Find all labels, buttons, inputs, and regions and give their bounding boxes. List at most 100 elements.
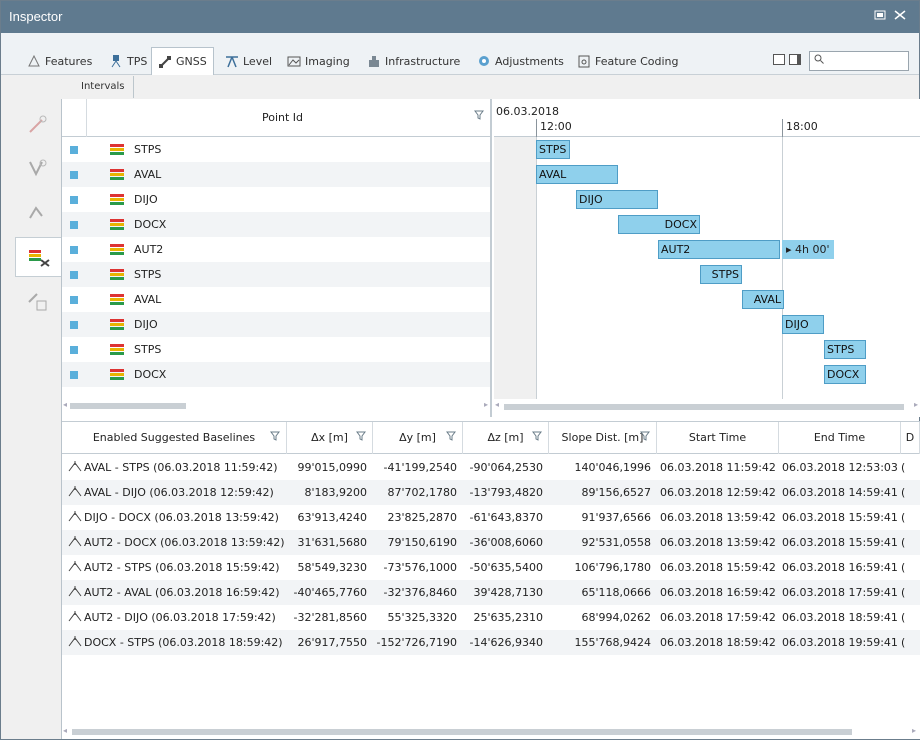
baseline-row[interactable]: AVAL - STPS (06.03.2018 11:59:42) 99'015,… (62, 455, 920, 480)
column-header[interactable]: End Time (779, 422, 901, 454)
point-marker[interactable] (70, 171, 78, 179)
interval-bar[interactable]: STPS (824, 340, 866, 359)
scroll-left-icon[interactable]: ◂ (63, 400, 67, 409)
scroll-left-icon[interactable]: ◂ (63, 726, 67, 735)
interval-bar[interactable]: STPS (700, 265, 742, 284)
scroll-right-icon[interactable]: ▸ (912, 726, 916, 735)
baselines-header: Enabled Suggested Baselines Δx [m] Δy [m] Δ… (62, 422, 920, 454)
table-cell: AUT2 - AVAL (06.03.2018 16:59:42) (62, 580, 287, 605)
column-header[interactable]: Δx [m] (287, 422, 373, 454)
scroll-right-icon[interactable]: ▸ (914, 400, 918, 409)
baseline-row[interactable]: DOCX - STPS (06.03.2018 18:59:42) 26'917,… (62, 630, 920, 655)
baseline-row[interactable]: AUT2 - DIJO (06.03.2018 17:59:42) -32'281… (62, 605, 920, 630)
point-marker[interactable] (70, 371, 78, 379)
tab-adjustments[interactable]: Adjustments (471, 49, 570, 73)
scroll-thumb[interactable] (70, 403, 186, 409)
restore-icon[interactable] (873, 10, 887, 22)
point-marker[interactable] (70, 246, 78, 254)
infrastructure-icon (367, 54, 381, 68)
baseline-name: AUT2 - STPS (06.03.2018 15:59:42) (84, 561, 280, 574)
tab-gnss[interactable]: GNSS (151, 47, 214, 75)
point-row[interactable]: AVAL (62, 287, 490, 312)
table-cell: -32'376,8460 (383, 586, 457, 599)
point-row[interactable]: STPS (62, 337, 490, 362)
table-cell: 91'937,6566 (581, 511, 651, 524)
point-id-header[interactable]: Point Id (262, 111, 303, 124)
timeline-date: 06.03.2018 (496, 105, 559, 118)
table-cell: 06.03.2018 13:59:42 (660, 511, 776, 524)
point-marker[interactable] (70, 146, 78, 154)
search-input[interactable] (828, 53, 906, 69)
point-marker[interactable] (70, 346, 78, 354)
interval-bar[interactable]: DIJO (782, 315, 824, 334)
column-header[interactable]: Δy [m] (373, 422, 463, 454)
point-marker[interactable] (70, 321, 78, 329)
scroll-thumb[interactable] (504, 404, 904, 410)
scroll-left-icon[interactable]: ◂ (495, 400, 499, 409)
scroll-thumb[interactable] (72, 729, 852, 735)
point-marker[interactable] (70, 296, 78, 304)
baseline-row[interactable]: AVAL - DIJO (06.03.2018 12:59:42) 8'183,9… (62, 480, 920, 505)
point-list-scrollbar[interactable]: ◂ ▸ (62, 399, 490, 413)
baseline-row[interactable]: AUT2 - AVAL (06.03.2018 16:59:42) -40'465… (62, 580, 920, 605)
feature-coding-icon (577, 54, 591, 68)
selection-column-header[interactable] (62, 99, 87, 137)
sidebar-item-baselines[interactable] (17, 193, 57, 233)
column-header[interactable]: Δz [m] (463, 422, 549, 454)
timeline-scrollbar[interactable]: ◂ ▸ (494, 399, 920, 413)
table-cell: ( (901, 636, 906, 649)
point-row[interactable]: AVAL (62, 162, 490, 187)
scroll-right-icon[interactable]: ▸ (484, 400, 488, 409)
inspector-window: Inspector Features TPS GNSS Level Imagin… (0, 0, 920, 740)
tab-features[interactable]: Features (21, 49, 98, 73)
gnss-sidebar (11, 99, 63, 739)
interval-bar[interactable]: AVAL (742, 290, 784, 309)
interval-bar[interactable]: AVAL (536, 165, 618, 184)
single-pane-icon[interactable] (773, 54, 785, 65)
sidebar-item-points[interactable] (17, 105, 57, 145)
close-icon[interactable] (893, 10, 907, 22)
split-pane-icon[interactable] (789, 54, 801, 65)
baseline-row[interactable]: DIJO - DOCX (06.03.2018 13:59:42) 63'913,… (62, 505, 920, 530)
column-header[interactable]: Start Time (657, 422, 779, 454)
column-header[interactable]: D (901, 422, 920, 454)
point-marker[interactable] (70, 221, 78, 229)
interval-bar[interactable]: DIJO (576, 190, 658, 209)
sidebar-item-intervals[interactable] (15, 237, 63, 277)
tab-infrastructure[interactable]: Infrastructure (361, 49, 466, 73)
tab-feature-coding[interactable]: Feature Coding (571, 49, 684, 73)
baseline-row[interactable]: AUT2 - STPS (06.03.2018 15:59:42) 58'549,… (62, 555, 920, 580)
point-row[interactable]: DOCX (62, 362, 490, 387)
column-header[interactable]: Enabled Suggested Baselines (62, 422, 287, 454)
point-row[interactable]: STPS (62, 137, 490, 162)
interval-bar[interactable]: DOCX (824, 365, 866, 384)
point-row[interactable]: STPS (62, 262, 490, 287)
filter-icon[interactable] (532, 422, 542, 454)
interval-bar[interactable]: STPS (536, 140, 570, 159)
title-bar: Inspector (1, 1, 919, 33)
column-header[interactable]: Slope Dist. [m] (549, 422, 657, 454)
filter-icon[interactable] (270, 422, 280, 454)
point-marker[interactable] (70, 271, 78, 279)
sidebar-item-occupations[interactable] (17, 149, 57, 189)
baseline-icon (68, 556, 84, 581)
sidebar-item-table[interactable] (17, 281, 57, 321)
point-row[interactable]: DIJO (62, 187, 490, 212)
filter-icon[interactable] (356, 422, 366, 454)
baselines-scrollbar[interactable]: ◂ ▸ (62, 724, 920, 738)
interval-bar[interactable]: AUT2 (658, 240, 780, 259)
point-row[interactable]: DIJO (62, 312, 490, 337)
baseline-row[interactable]: AUT2 - DOCX (06.03.2018 13:59:42) 31'631,… (62, 530, 920, 555)
filter-icon[interactable] (474, 110, 484, 123)
tab-level[interactable]: Level (219, 49, 278, 73)
point-row[interactable]: DOCX (62, 212, 490, 237)
interval-bar[interactable]: DOCX (618, 215, 700, 234)
tab-imaging[interactable]: Imaging (281, 49, 356, 73)
tab-tps[interactable]: TPS (103, 49, 153, 73)
point-marker[interactable] (70, 196, 78, 204)
point-row[interactable]: AUT2 (62, 237, 490, 262)
filter-icon[interactable] (640, 422, 650, 454)
breadcrumb-intervals[interactable]: Intervals (61, 76, 134, 98)
filter-icon[interactable] (446, 422, 456, 454)
search-box[interactable] (809, 51, 909, 71)
